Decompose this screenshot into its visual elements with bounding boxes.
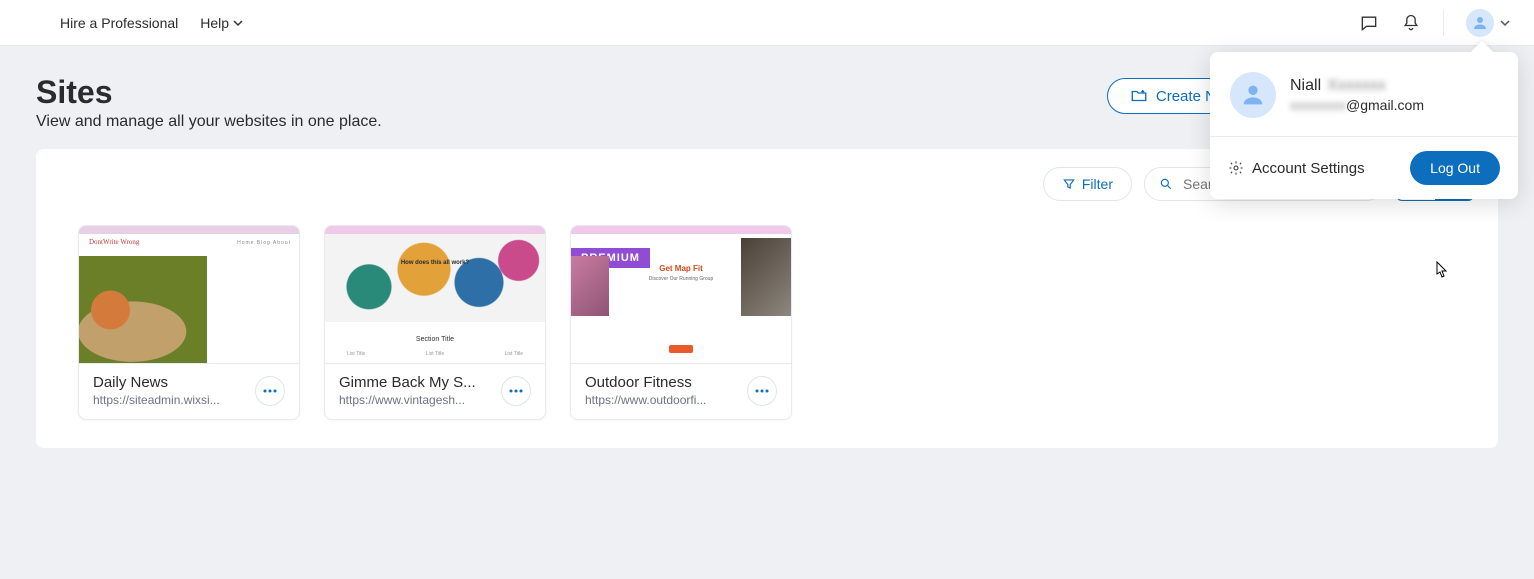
divider bbox=[1443, 10, 1444, 36]
filter-button[interactable]: Filter bbox=[1043, 167, 1132, 201]
site-more-button[interactable] bbox=[747, 376, 777, 406]
more-icon bbox=[263, 389, 277, 393]
chevron-down-icon bbox=[1500, 18, 1510, 28]
sites-grid: DontWrite Wrong Home Blog About Daily Ne… bbox=[60, 225, 1474, 420]
account-settings-label: Account Settings bbox=[1252, 160, 1365, 177]
site-url: https://www.outdoorfi... bbox=[585, 393, 739, 407]
help-menu[interactable]: Help bbox=[200, 15, 243, 31]
site-url: https://www.vintagesh... bbox=[339, 393, 493, 407]
filter-label: Filter bbox=[1082, 176, 1113, 192]
site-name: Gimme Back My S... bbox=[339, 374, 493, 391]
site-card[interactable]: DontWrite Wrong Home Blog About Daily Ne… bbox=[78, 225, 300, 420]
thumb-title: Get Map Fit bbox=[571, 264, 791, 273]
top-nav: Hire a Professional Help bbox=[0, 0, 1534, 46]
top-nav-left: Hire a Professional Help bbox=[60, 15, 243, 31]
page-header-text: Sites View and manage all your websites … bbox=[36, 74, 382, 131]
user-menu-button[interactable] bbox=[1466, 9, 1510, 37]
site-thumbnail: PREMIUM Get Map Fit Discover Our Running… bbox=[571, 226, 791, 364]
avatar bbox=[1230, 72, 1276, 118]
site-thumbnail: DontWrite Wrong Home Blog About bbox=[79, 226, 299, 364]
notifications-icon[interactable] bbox=[1401, 13, 1421, 33]
help-label: Help bbox=[200, 15, 229, 31]
user-menu-actions: Account Settings Log Out bbox=[1210, 136, 1518, 199]
chevron-down-icon bbox=[233, 18, 243, 28]
user-email: xxxxxxxx@gmail.com bbox=[1290, 97, 1424, 113]
page-title: Sites bbox=[36, 74, 382, 111]
more-icon bbox=[509, 389, 523, 393]
hire-professional-link[interactable]: Hire a Professional bbox=[60, 15, 178, 31]
thumb-title: DontWrite Wrong bbox=[89, 238, 139, 246]
top-nav-right bbox=[1359, 9, 1510, 37]
logout-button[interactable]: Log Out bbox=[1410, 151, 1500, 185]
site-name: Daily News bbox=[93, 374, 247, 391]
site-meta: Outdoor Fitness https://www.outdoorfi... bbox=[571, 364, 791, 419]
site-url: https://siteadmin.wixsi... bbox=[93, 393, 247, 407]
site-meta: Gimme Back My S... https://www.vintagesh… bbox=[325, 364, 545, 419]
page-subtitle: View and manage all your websites in one… bbox=[36, 113, 382, 131]
site-thumbnail: PREMIUM How does this all work? Section … bbox=[325, 226, 545, 364]
search-icon bbox=[1159, 177, 1173, 191]
filter-icon bbox=[1062, 177, 1076, 191]
site-name: Outdoor Fitness bbox=[585, 374, 739, 391]
site-meta: Daily News https://siteadmin.wixsi... bbox=[79, 364, 299, 419]
thumb-menu: Home Blog About bbox=[237, 240, 291, 246]
site-more-button[interactable] bbox=[501, 376, 531, 406]
avatar bbox=[1466, 9, 1494, 37]
site-more-button[interactable] bbox=[255, 376, 285, 406]
thumb-heading: How does this all work? bbox=[325, 260, 545, 266]
thumb-section-title: Section Title bbox=[325, 336, 545, 343]
site-card[interactable]: PREMIUM Get Map Fit Discover Our Running… bbox=[570, 225, 792, 420]
inbox-icon[interactable] bbox=[1359, 13, 1379, 33]
user-name: Niall Xxxxxxx bbox=[1290, 77, 1424, 95]
user-info: Niall Xxxxxxx xxxxxxxx@gmail.com bbox=[1210, 52, 1518, 136]
site-card[interactable]: PREMIUM How does this all work? Section … bbox=[324, 225, 546, 420]
gear-icon bbox=[1228, 160, 1244, 176]
thumb-subtitle: Discover Our Running Group bbox=[571, 276, 791, 282]
folder-plus-icon bbox=[1130, 87, 1148, 105]
user-menu-popover: Niall Xxxxxxx xxxxxxxx@gmail.com Account… bbox=[1210, 52, 1518, 199]
account-settings-link[interactable]: Account Settings bbox=[1228, 160, 1365, 177]
more-icon bbox=[755, 389, 769, 393]
